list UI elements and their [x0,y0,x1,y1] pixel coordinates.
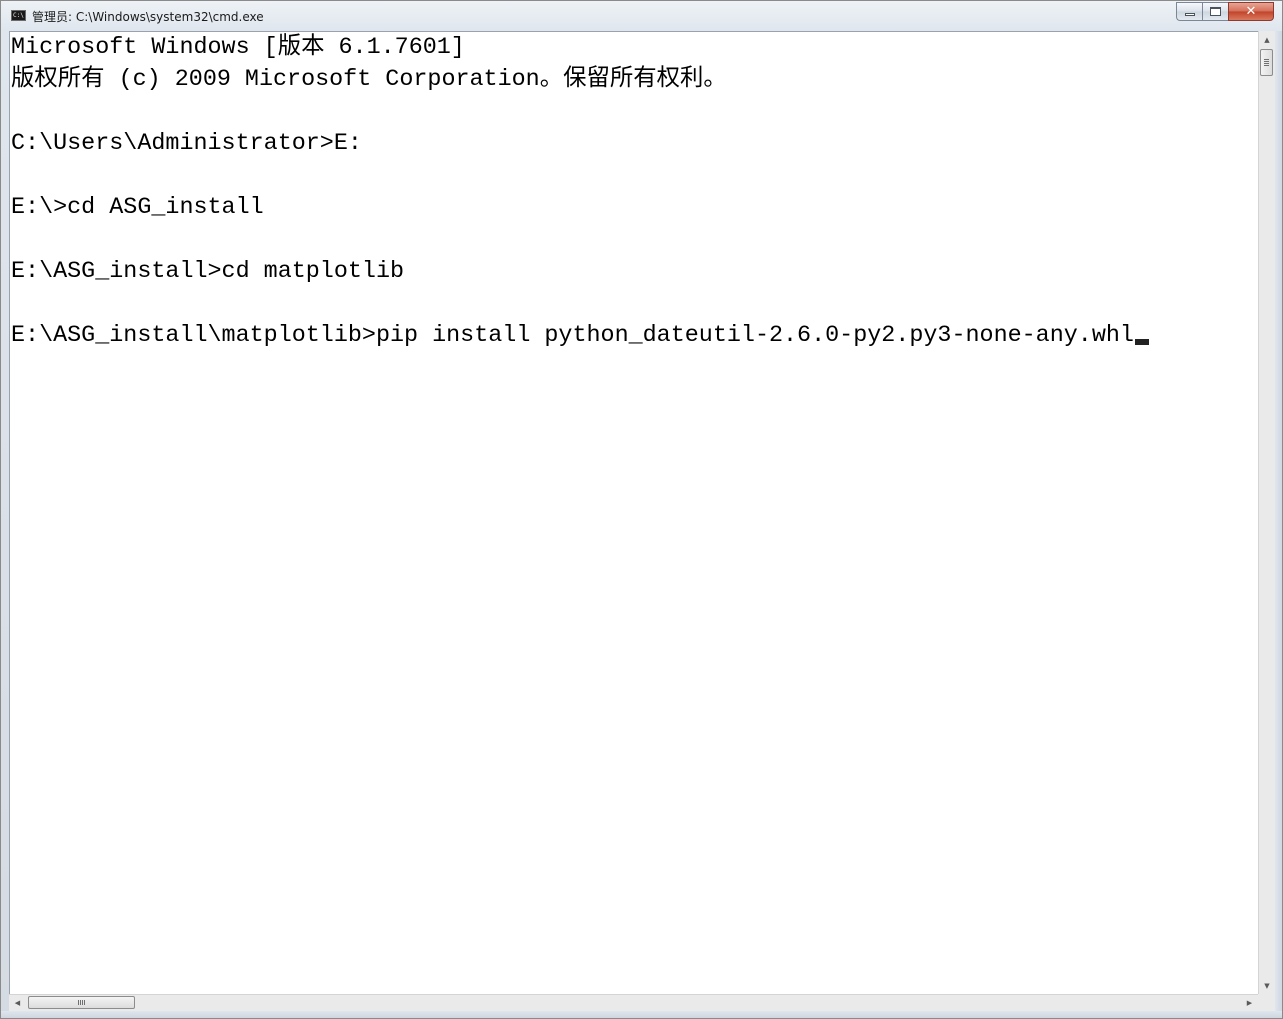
restore-icon [1210,7,1221,16]
console-line: C:\Users\Administrator>E: [11,131,362,157]
window-frame-bottom [1,1011,1282,1018]
console-output[interactable]: Microsoft Windows [版本 6.1.7601] 版权所有 (c)… [9,31,1258,994]
scroll-left-button[interactable]: ◀ [9,995,26,1011]
caption-buttons: ✕ [1176,2,1274,22]
scroll-up-button[interactable]: ▲ [1259,31,1275,48]
minimize-icon [1184,12,1195,16]
grip-icon [1264,59,1269,66]
horizontal-scrollbar[interactable]: ◀ ▶ [9,994,1258,1011]
horizontal-scroll-thumb[interactable] [28,996,135,1009]
scrollbar-corner [1258,994,1275,1011]
arrow-down-icon: ▼ [1264,981,1270,990]
minimize-button[interactable] [1176,2,1202,21]
vertical-scroll-thumb[interactable] [1260,49,1273,76]
vertical-scrollbar[interactable]: ▲ ▼ [1258,31,1275,994]
close-button[interactable]: ✕ [1228,2,1274,21]
console-line: E:\ASG_install>cd matplotlib [11,259,405,285]
scroll-right-button[interactable]: ▶ [1241,995,1258,1011]
title-bar[interactable]: C:\ 管理员: C:\Windows\system32\cmd.exe ✕ [1,1,1282,31]
arrow-right-icon: ▶ [1246,999,1253,1007]
cmd-window: C:\ 管理员: C:\Windows\system32\cmd.exe ✕ M… [0,0,1283,1019]
window-title: 管理员: C:\Windows\system32\cmd.exe [32,10,264,24]
command-input-line[interactable]: E:\ASG_install\matplotlib>pip install py… [11,320,1149,352]
text-cursor [1134,339,1149,345]
console-line: E:\>cd ASG_install [11,195,264,221]
console-line: 版权所有 (c) 2009 Microsoft Corporation。保留所有… [11,67,727,93]
arrow-left-icon: ◀ [14,999,21,1007]
scroll-down-button[interactable]: ▼ [1259,977,1275,994]
window-frame-right [1275,31,1282,1018]
grip-icon [78,1000,85,1005]
command-text: E:\ASG_install\matplotlib>pip install py… [11,323,1134,349]
arrow-up-icon: ▲ [1264,35,1270,44]
console-line: Microsoft Windows [版本 6.1.7601] [11,35,465,61]
cmd-app-icon[interactable]: C:\ [11,10,26,21]
close-icon: ✕ [1245,4,1257,19]
maximize-button[interactable] [1202,2,1228,21]
